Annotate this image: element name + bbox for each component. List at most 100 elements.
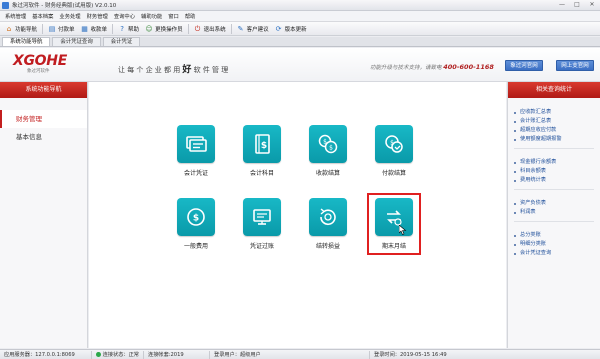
suggestion-button-label: 客户建议	[246, 26, 269, 33]
link-credit-limit-alert[interactable]: 使用额度超期报警	[508, 135, 600, 144]
status-connection: 连接状态：正常	[92, 350, 144, 359]
brand-logo: XGOHE 象过河软件	[13, 53, 67, 74]
link-receivable-summary[interactable]: 应收款汇总表	[508, 108, 600, 117]
menu-query-center[interactable]: 查询中心	[111, 12, 138, 20]
nav-item-finance[interactable]: 财务管理	[0, 110, 87, 128]
divider	[514, 148, 594, 149]
link-overdue-payments[interactable]: 超期应收应付款	[508, 126, 600, 135]
menu-system[interactable]: 系统管理	[2, 12, 29, 20]
menu-auxiliary[interactable]: 辅助功能	[138, 12, 165, 20]
connection-ok-icon	[96, 352, 101, 357]
close-icon[interactable]: ✕	[586, 1, 598, 9]
collection-settlement-icon: $ $	[309, 125, 347, 163]
app-icon	[2, 1, 9, 9]
payment-icon: ▤	[48, 24, 56, 33]
suggestion-icon: ✎	[237, 24, 244, 33]
official-site-button[interactable]: 象过河官网	[505, 60, 543, 71]
window-titlebar: 象过河软件 - 财务经典版(试用版) V2.0.10 — □ ✕	[0, 0, 600, 11]
slogan-bold: 好	[182, 65, 194, 75]
func-month-end-close[interactable]: 期末月结	[367, 193, 421, 255]
switch-user-button[interactable]: ☺ 更换操作员	[142, 23, 186, 35]
menu-window[interactable]: 窗口	[165, 12, 182, 20]
menu-finance[interactable]: 财务管理	[84, 12, 111, 20]
svg-text:$: $	[323, 139, 327, 146]
link-expense-stats[interactable]: 费用统计表	[508, 176, 600, 185]
online-site-button[interactable]: 网上支官网	[556, 60, 594, 71]
func-payment-settlement[interactable]: $ 付款结算	[372, 125, 416, 177]
slogan-pre: 让每个企业都用	[118, 66, 183, 74]
service-phone: 400-600-1168	[443, 63, 494, 71]
left-panel-header: 系统功能导航	[0, 82, 87, 98]
exit-button[interactable]: ⏻ 退出系统	[191, 23, 229, 35]
suggestion-button[interactable]: ✎ 客户建议	[234, 23, 272, 35]
document-tabs: 系统功能导航 会计凭证查询 会计凭证	[0, 37, 600, 47]
menu-basic-records[interactable]: 基本档案	[29, 12, 56, 20]
nav-button[interactable]: ⌂ 功能导航	[2, 23, 40, 35]
home-icon: ⌂	[6, 24, 12, 33]
nav-item-basic-info[interactable]: 基本信息	[0, 128, 87, 146]
query-group-ledgers: 总分类账 明细分类账 会计凭证查询	[508, 231, 600, 258]
svg-text:$: $	[329, 145, 333, 152]
payment-button[interactable]: ▤ 付款单	[45, 23, 78, 35]
service-text: 功能升级与技术支持，请致电	[370, 65, 442, 71]
tab-voucher[interactable]: 会计凭证	[102, 37, 141, 46]
func-label: 期末月结	[381, 243, 406, 250]
window-title: 象过河软件 - 财务经典版(试用版) V2.0.10	[12, 3, 117, 9]
link-detail-ledger[interactable]: 明细分类账	[508, 240, 600, 249]
status-login-user: 登录用户：超级用户	[210, 350, 370, 359]
func-voucher-posting[interactable]: 凭证过账	[240, 198, 284, 250]
divider	[514, 221, 594, 222]
maximize-icon[interactable]: □	[571, 1, 583, 9]
update-button-label: 版本更新	[284, 26, 307, 33]
link-general-ledger[interactable]: 总分类账	[508, 231, 600, 240]
menu-business[interactable]: 业务处理	[56, 12, 83, 20]
voucher-icon	[177, 125, 215, 163]
link-cash-bank-balance[interactable]: 现金银行余额表	[508, 158, 600, 167]
status-login-time: 登录时间：2019-05-15 16:49	[374, 351, 447, 358]
nav-button-label: 功能导航	[15, 26, 38, 33]
help-button[interactable]: ? 帮助	[115, 23, 142, 35]
carry-forward-icon	[309, 198, 347, 236]
minimize-icon[interactable]: —	[556, 1, 568, 9]
help-icon: ?	[120, 24, 124, 33]
exit-icon: ⏻	[194, 24, 201, 33]
payment-button-label: 付款单	[58, 26, 75, 33]
tab-system-nav[interactable]: 系统功能导航	[2, 37, 51, 46]
month-end-close-icon	[375, 198, 413, 236]
func-accounting-subjects[interactable]: $ 会计科目	[240, 125, 284, 177]
func-label: 结转损益	[315, 243, 340, 250]
update-icon: ⟳	[275, 24, 282, 33]
expense-icon: $	[177, 198, 215, 236]
link-voucher-query[interactable]: 会计凭证查询	[508, 249, 600, 258]
receipt-button-label: 收款单	[90, 26, 108, 33]
slogan: 让每个企业都用好软件管理	[118, 62, 230, 75]
func-accounting-voucher[interactable]: 会计凭证	[174, 125, 218, 177]
query-group-statements: 资产负债表 利润表	[508, 199, 600, 217]
switch-user-icon: ☺	[145, 24, 153, 33]
menubar: 系统管理 基本档案 业务处理 财务管理 查询中心 辅助功能 窗口 帮助	[0, 11, 600, 21]
func-label: 收款结算	[315, 170, 340, 177]
toolbar-separator	[42, 23, 44, 34]
tab-voucher-query[interactable]: 会计凭证查询	[52, 37, 101, 46]
receipt-button[interactable]: ▦ 收款单	[78, 23, 111, 35]
link-income-statement[interactable]: 利润表	[508, 208, 600, 217]
link-accounting-summary[interactable]: 会计账汇总表	[508, 117, 600, 126]
svg-text:$: $	[390, 140, 394, 147]
ledger-book-icon: $	[243, 125, 281, 163]
toolbar-separator	[187, 23, 189, 34]
toolbar: ⌂ 功能导航 ▤ 付款单 ▦ 收款单 ? 帮助 ☺ 更换操作员 ⏻ 退出系统 ✎…	[0, 21, 600, 36]
func-carry-forward-profit-loss[interactable]: 结转损益	[306, 198, 350, 250]
banner: XGOHE 象过河软件 让每个企业都用好软件管理 功能升级与技术支持，请致电 4…	[0, 48, 600, 82]
link-balance-sheet[interactable]: 资产负债表	[508, 199, 600, 208]
brand-name: XGOHE	[13, 53, 67, 69]
update-button[interactable]: ⟳ 版本更新	[272, 23, 310, 35]
window-controls: — □ ✕	[556, 1, 598, 9]
link-subject-balance[interactable]: 科目余额表	[508, 167, 600, 176]
func-general-expense[interactable]: $ 一般费用	[174, 198, 218, 250]
func-collection-settlement[interactable]: $ $ 收款结算	[306, 125, 350, 177]
func-label: 会计科目	[249, 170, 274, 177]
svg-text:$: $	[193, 214, 199, 224]
menu-help[interactable]: 帮助	[182, 12, 199, 20]
svg-text:$: $	[261, 141, 267, 151]
toolbar-separator	[112, 23, 114, 34]
